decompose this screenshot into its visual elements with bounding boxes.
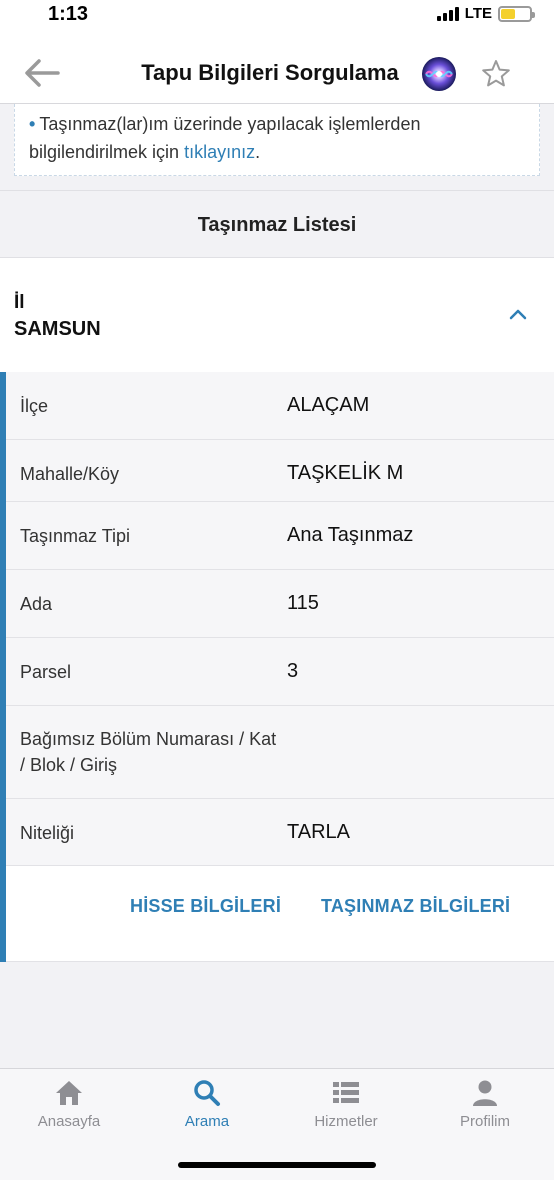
search-icon	[194, 1080, 220, 1106]
siri-icon[interactable]	[422, 57, 456, 91]
detail-value: TARLA	[287, 821, 350, 843]
bullet-icon: •	[29, 114, 36, 134]
share-info-button[interactable]: HİSSE BİLGİLERİ	[130, 896, 281, 917]
info-card: • Taşınmaz(lar)ım üzerinde yapılacak işle…	[14, 104, 540, 176]
status-bar: 1:13 LTE	[0, 0, 554, 42]
network-type: LTE	[464, 5, 492, 22]
battery-icon	[498, 5, 535, 22]
detail-label: Ada	[20, 594, 53, 614]
list-title: Taşınmaz Listesi	[0, 190, 554, 258]
province-header[interactable]: İl SAMSUN	[0, 258, 554, 372]
detail-value: ALAÇAM	[287, 394, 370, 416]
tab-label: Anasayfa	[37, 1113, 101, 1130]
property-actions: HİSSE BİLGİLERİ TAŞINMAZ BİLGİLERİ	[6, 866, 554, 962]
tab-home[interactable]: Anasayfa	[0, 1079, 138, 1139]
profile-icon	[473, 1080, 497, 1106]
list-icon	[333, 1082, 359, 1103]
province-value: SAMSUN	[14, 318, 101, 340]
tab-services[interactable]: Hizmetler	[277, 1079, 415, 1139]
detail-value: 115	[287, 592, 319, 614]
detail-label: İlçe	[20, 396, 49, 416]
detail-row-quality: Niteliği TARLA	[6, 799, 554, 866]
detail-label: Mahalle/Köy	[20, 464, 120, 484]
detail-value: 3	[287, 660, 299, 682]
tab-profile[interactable]: Profilim	[416, 1079, 554, 1139]
detail-row-neighborhood: Mahalle/Köy TAŞKELİK M	[6, 440, 554, 502]
tab-label: Arama	[184, 1113, 230, 1130]
nav-bar: Tapu Bilgileri Sorgulama	[0, 42, 554, 104]
tab-search[interactable]: Arama	[138, 1079, 276, 1139]
property-detail-panel: İlçe ALAÇAM Mahalle/Köy TAŞKELİK M Taşın…	[0, 372, 554, 962]
star-icon	[482, 60, 510, 87]
detail-label: Taşınmaz Tipi	[20, 526, 131, 546]
favorite-button[interactable]	[480, 58, 512, 90]
info-text-end: .	[255, 142, 261, 162]
signal-icon	[436, 6, 459, 21]
detail-label: Niteliği	[20, 823, 75, 843]
detail-row-property-type: Taşınmaz Tipi Ana Taşınmaz	[6, 502, 554, 570]
detail-label: Parsel	[20, 662, 72, 682]
status-time: 1:13	[48, 3, 89, 25]
detail-row-block: Ada 115	[6, 570, 554, 638]
status-indicators: LTE	[436, 5, 535, 22]
home-icon	[56, 1081, 82, 1105]
province-label: İl	[14, 292, 25, 313]
detail-row-district: İlçe ALAÇAM	[6, 372, 554, 440]
detail-value: Ana Taşınmaz	[287, 524, 414, 546]
home-indicator[interactable]	[178, 1162, 376, 1168]
detail-label: Bağımsız Bölüm Numarası / Kat / Blok / G…	[20, 729, 277, 775]
notification-link[interactable]: tıklayınız	[184, 142, 255, 162]
detail-row-parcel: Parsel 3	[6, 638, 554, 706]
tab-label: Profilim	[459, 1113, 510, 1130]
tab-label: Hizmetler	[314, 1113, 378, 1130]
page-title: Tapu Bilgileri Sorgulama	[141, 60, 399, 85]
chevron-up-icon[interactable]	[506, 306, 530, 322]
detail-row-unit-number: Bağımsız Bölüm Numarası / Kat / Blok / G…	[6, 706, 554, 799]
detail-value: TAŞKELİK M	[287, 462, 404, 484]
property-info-button[interactable]: TAŞINMAZ BİLGİLERİ	[321, 896, 510, 917]
